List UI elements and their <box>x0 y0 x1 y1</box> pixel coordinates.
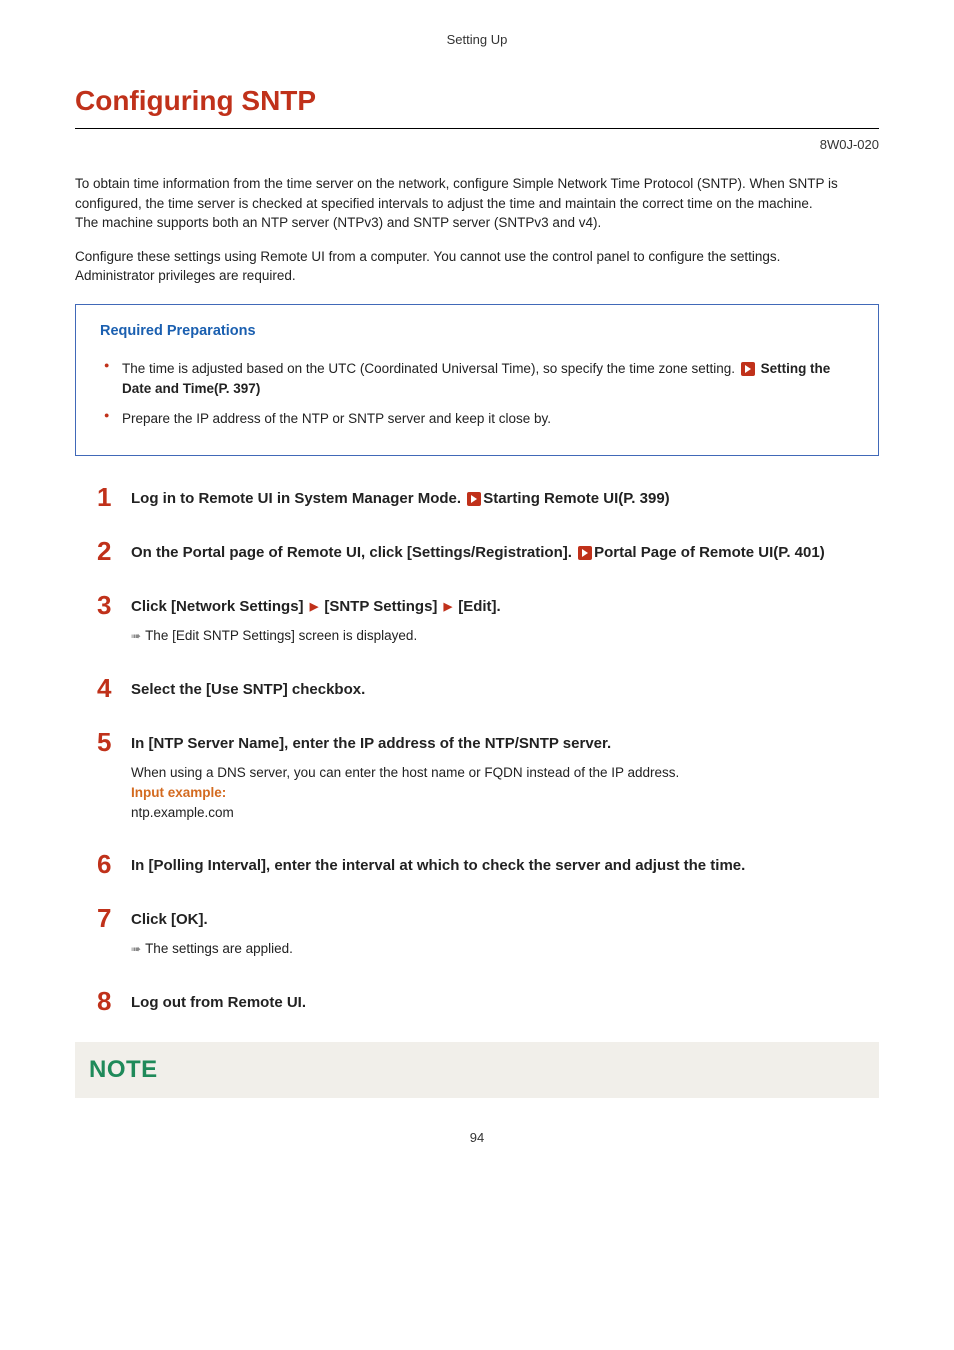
triangle-icon: ▶ <box>310 601 318 613</box>
step-8: 8 Log out from Remote UI. <box>75 988 879 1014</box>
step-1: 1 Log in to Remote UI in System Manager … <box>75 484 879 510</box>
page-number: 94 <box>75 1128 879 1148</box>
step-text-a: Click [Network Settings] <box>131 598 308 615</box>
step-text-a: Log in to Remote UI in System Manager Mo… <box>131 490 465 507</box>
step-text: Log out from Remote UI. <box>131 988 306 1013</box>
step-2: 2 On the Portal page of Remote UI, click… <box>75 538 879 564</box>
result-arrow-icon: ➠ <box>131 629 141 643</box>
intro-para-2: The machine supports both an NTP server … <box>75 213 879 233</box>
step-4: 4 Select the [Use SNTP] checkbox. <box>75 675 879 701</box>
step-text: Click [Network Settings] ▶ [SNTP Setting… <box>131 592 501 617</box>
step-text: On the Portal page of Remote UI, click [… <box>131 538 825 563</box>
step-result: ➠ The [Edit SNTP Settings] screen is disp… <box>75 626 879 646</box>
step-text-a: On the Portal page of Remote UI, click [… <box>131 544 576 561</box>
intro-block: To obtain time information from the time… <box>75 174 879 286</box>
step-result-text: The [Edit SNTP Settings] screen is displ… <box>145 628 417 643</box>
step-text: In [Polling Interval], enter the interva… <box>131 851 745 876</box>
step-6: 6 In [Polling Interval], enter the inter… <box>75 851 879 877</box>
step-result: ➠ The settings are applied. <box>75 939 879 959</box>
note-box: NOTE <box>75 1042 879 1098</box>
step-subtext: When using a DNS server, you can enter t… <box>75 763 879 824</box>
step-text: Select the [Use SNTP] checkbox. <box>131 675 365 700</box>
input-example-value: ntp.example.com <box>131 803 879 823</box>
link-icon[interactable] <box>467 492 481 506</box>
step-text: In [NTP Server Name], enter the IP addre… <box>131 729 611 754</box>
step-sub-1: When using a DNS server, you can enter t… <box>131 763 879 783</box>
page-title: Configuring SNTP <box>75 80 879 129</box>
prep-item-1: The time is adjusted based on the UTC (C… <box>104 359 858 400</box>
step-number: 1 <box>97 484 125 510</box>
step-number: 4 <box>97 675 125 701</box>
step-number: 5 <box>97 729 125 755</box>
link-icon[interactable] <box>578 546 592 560</box>
step-text-b: [SNTP Settings] <box>324 598 441 615</box>
prep-item-2: Prepare the IP address of the NTP or SNT… <box>104 409 858 429</box>
intro-para-3: Configure these settings using Remote UI… <box>75 247 879 267</box>
preparations-box: Required Preparations The time is adjust… <box>75 304 879 457</box>
step-number: 6 <box>97 851 125 877</box>
step-number: 3 <box>97 592 125 618</box>
step-link[interactable]: Portal Page of Remote UI(P. 401) <box>594 544 825 561</box>
prep-item-1-text: The time is adjusted based on the UTC (C… <box>122 361 739 376</box>
step-3: 3 Click [Network Settings] ▶ [SNTP Setti… <box>75 592 879 646</box>
triangle-icon: ▶ <box>444 601 452 613</box>
step-text: Log in to Remote UI in System Manager Mo… <box>131 484 670 509</box>
step-number: 8 <box>97 988 125 1014</box>
input-example-label: Input example: <box>131 783 879 803</box>
step-result-text: The settings are applied. <box>145 941 293 956</box>
step-5: 5 In [NTP Server Name], enter the IP add… <box>75 729 879 824</box>
preparations-title: Required Preparations <box>100 321 858 343</box>
intro-para-1: To obtain time information from the time… <box>75 174 879 213</box>
link-icon[interactable] <box>741 362 755 376</box>
step-link[interactable]: Starting Remote UI(P. 399) <box>483 490 669 507</box>
step-text-c: [Edit]. <box>458 598 501 615</box>
doc-code: 8W0J-020 <box>75 135 879 155</box>
intro-para-4: Administrator privileges are required. <box>75 266 879 286</box>
step-text: Click [OK]. <box>131 905 208 930</box>
step-number: 2 <box>97 538 125 564</box>
result-arrow-icon: ➠ <box>131 942 141 956</box>
note-title: NOTE <box>89 1052 865 1088</box>
step-7: 7 Click [OK]. ➠ The settings are applied. <box>75 905 879 959</box>
section-header: Setting Up <box>75 30 879 50</box>
step-number: 7 <box>97 905 125 931</box>
